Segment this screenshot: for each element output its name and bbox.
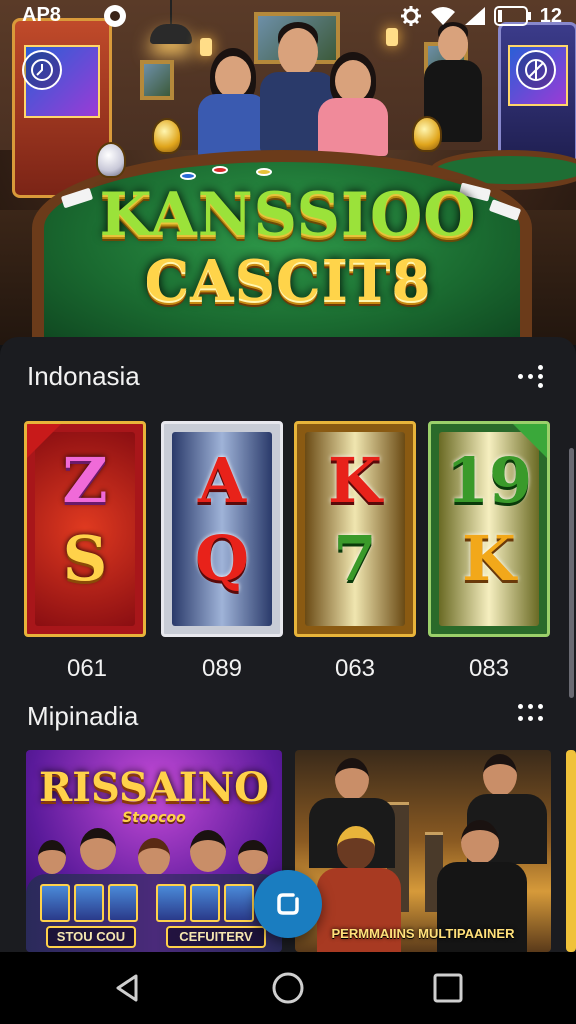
game-card-3[interactable]: K 7 — [294, 421, 416, 637]
promo-person — [38, 840, 66, 874]
promo-button[interactable]: STOU COU — [46, 926, 136, 948]
game-thumbnail — [74, 884, 104, 922]
promo-title: RISSAINO — [39, 764, 269, 811]
promo-person — [238, 840, 268, 874]
nav-home-button[interactable] — [270, 970, 306, 1006]
reel-symbol-top: A — [197, 444, 247, 517]
reel-symbol-bottom: K — [462, 522, 516, 595]
person-woman-left — [196, 48, 270, 158]
game-card-2[interactable]: A Q — [161, 421, 283, 637]
casino-logo-line2: CASCIT8 — [144, 248, 432, 314]
wifi-icon — [430, 7, 455, 25]
floating-action-button[interactable] — [254, 870, 322, 938]
back-triangle-icon — [116, 974, 138, 1002]
reel-symbol-bottom: Q — [194, 522, 249, 595]
gold-coin-trophy — [412, 116, 442, 152]
radar-button[interactable] — [516, 50, 556, 90]
app-notification-icon — [104, 5, 126, 27]
clock-icon — [31, 59, 53, 81]
casino-logo-line1: KANSSIOO — [99, 180, 477, 250]
poker-chip — [256, 168, 272, 176]
person-woman-right — [318, 52, 388, 156]
promo-person-turban — [337, 826, 375, 870]
game-card-4[interactable]: 19 K — [428, 421, 550, 637]
more-dots-icon[interactable] — [518, 365, 546, 389]
promo-person — [335, 758, 369, 800]
game-card-label: 083 — [468, 655, 510, 682]
more-dots-icon[interactable] — [518, 704, 546, 728]
promo-person — [138, 838, 170, 876]
reel-symbol-top: Z — [62, 444, 108, 517]
gold-coin-trophy — [152, 118, 182, 154]
radar-icon — [525, 59, 547, 81]
recents-square-icon — [433, 973, 463, 1003]
wall-painting — [140, 60, 174, 100]
game-thumbnail — [108, 884, 138, 922]
promo-person — [483, 754, 517, 796]
promo-person — [190, 830, 226, 872]
game-thumbnail — [40, 884, 70, 922]
nav-recents-button[interactable] — [430, 970, 466, 1006]
reel-symbol-bottom: S — [62, 522, 108, 595]
game-thumbnail — [224, 884, 254, 922]
reel-symbol-top: 19 — [445, 444, 533, 517]
promo-subtitle: Stoocoo — [122, 810, 186, 826]
promo-person — [461, 820, 499, 864]
game-card-label: 063 — [334, 655, 376, 682]
nav-back-button[interactable] — [110, 970, 146, 1006]
carrier-label: AP8 — [22, 4, 61, 26]
game-thumbnail — [156, 884, 186, 922]
settings-gear-icon — [400, 6, 421, 26]
game-card-1[interactable]: Z S — [24, 421, 146, 637]
history-button[interactable] — [22, 50, 62, 90]
promo-button[interactable]: CEFUITERV — [166, 926, 266, 948]
game-thumbnail — [190, 884, 220, 922]
signal-icon — [464, 7, 485, 25]
promo-person — [80, 828, 116, 870]
promo-caption: PERMMAIINS MULTIPAAINER — [331, 926, 515, 941]
status-bar: AP8 12 — [0, 0, 576, 34]
poker-chip — [212, 166, 228, 174]
game-card-label: 089 — [201, 655, 243, 682]
game-card-label: 061 — [66, 655, 108, 682]
battery-percent: 12 — [539, 4, 562, 27]
square-shortcut-icon — [277, 893, 299, 915]
scrollbar-thumb[interactable] — [569, 448, 574, 698]
promo-card-peek[interactable] — [566, 750, 576, 952]
section-title-indonasia: Indonasia — [27, 361, 140, 391]
reel-symbol-bottom: 7 — [333, 522, 377, 595]
crystal-ball — [96, 142, 126, 178]
battery-icon — [493, 6, 531, 26]
poker-chip — [180, 172, 196, 180]
section-title-mipinadia: Mipinadia — [27, 701, 139, 731]
promo-card-multiplayer[interactable]: PERMMAIINS MULTIPAAINER — [295, 750, 551, 952]
hero-banner[interactable]: KANSSIOO CASCIT8 — [0, 0, 576, 345]
promo-card-rissaino[interactable]: RISSAINO Stoocoo STOU COU CEFUITERV — [26, 750, 282, 952]
home-circle-icon — [272, 972, 304, 1004]
system-nav-bar — [0, 952, 576, 1024]
reel-symbol-top: K — [328, 444, 382, 517]
content-panel: Indonasia Z S A Q K 7 19 K 061 089 063 0… — [0, 337, 576, 952]
